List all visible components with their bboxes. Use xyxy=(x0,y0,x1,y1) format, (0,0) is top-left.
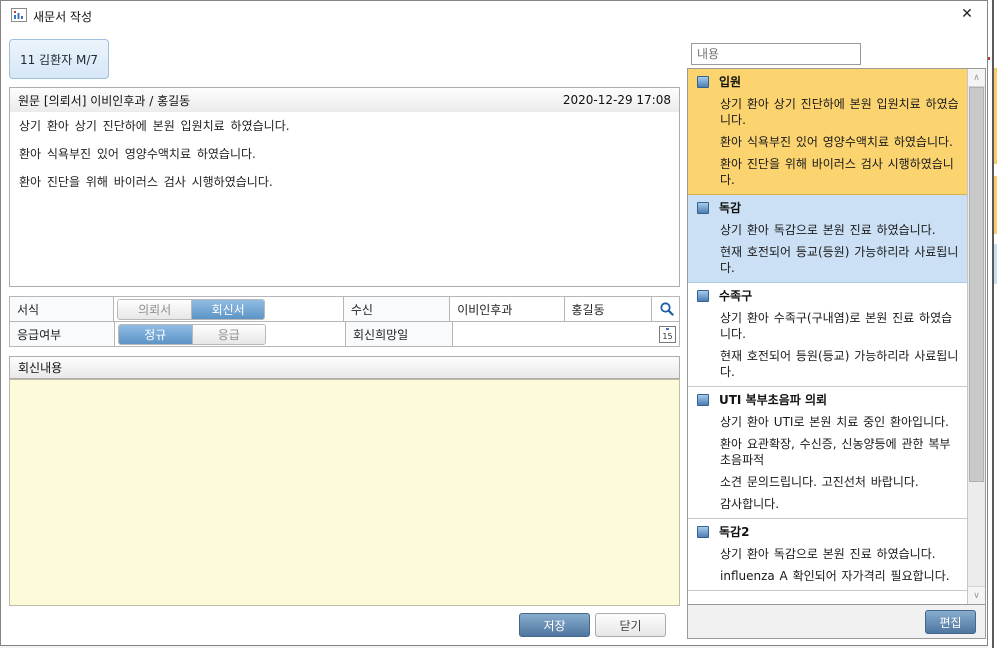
snippet-paragraph: 환아 진단을 위해 바이러스 검사 시행하였습니다. xyxy=(720,156,961,188)
document-paragraph: 환아 진단을 위해 바이러스 검사 시행하였습니다. xyxy=(19,175,670,190)
recipient-dept-field[interactable]: 이비인후과 xyxy=(449,297,563,321)
doc-type-option-reply[interactable]: 회신서 xyxy=(191,300,265,319)
snippet-list-content: 입원 상기 환아 상기 진단하에 본원 입원치료 하였습니다. 환아 식욕부진 있… xyxy=(688,69,968,604)
snippet-title-row: 입원 xyxy=(695,74,963,90)
close-button[interactable]: 닫기 xyxy=(595,613,666,637)
reply-form: 서식 의뢰서 회신서 수신 이비인후과 홍길동 응급여부 정규 xyxy=(9,296,680,347)
snippet-paragraph: 상기 환아 수족구(구내염)로 본원 진료 하였습니다. xyxy=(720,310,961,342)
snippet-title: 독감 xyxy=(719,200,741,216)
list-item[interactable]: 수족구 상기 환아 수족구(구내염)로 본원 진료 하였습니다. 현재 호전되어 … xyxy=(688,283,968,387)
calendar-icon[interactable]: 15 xyxy=(659,326,676,343)
original-document-title: 원문 [의뢰서] 이비인후과 / 홍길동 xyxy=(18,92,190,109)
snippet-paragraph: 상기 환아 상기 진단하에 본원 입원치료 하였습니다. xyxy=(720,96,961,128)
snippet-bullet-icon xyxy=(697,526,709,538)
recipient-search-cell xyxy=(651,297,679,321)
snippet-bullet-icon xyxy=(697,290,709,302)
snippet-paragraph: 현재 호전되어 등교(등원) 가능하리라 사료됩니다. xyxy=(720,244,961,276)
calendar-icon-day: 15 xyxy=(660,332,675,342)
snippet-title: 독감2 xyxy=(719,524,749,540)
list-scrollbar[interactable]: ∧ ∨ xyxy=(967,69,985,604)
list-item[interactable]: UTI 복부초음파 의뢰 상기 환아 UTI로 본원 치료 중인 환아입니다. 환… xyxy=(688,387,968,519)
scroll-up-icon[interactable]: ∧ xyxy=(968,69,985,87)
list-item[interactable]: 독감 상기 환아 독감으로 본원 진료 하였습니다. 현재 호전되어 등교(등원)… xyxy=(688,195,968,283)
doc-type-cell: 의뢰서 회신서 xyxy=(113,297,342,321)
snippet-panel-footer: 편집 xyxy=(687,605,986,639)
snippet-paragraph: 감사합니다. xyxy=(720,496,961,512)
snippet-search-input[interactable] xyxy=(691,43,861,65)
snippet-list: 입원 상기 환아 상기 진단하에 본원 입원치료 하였습니다. 환아 식욕부진 있… xyxy=(687,68,986,605)
reply-content-header: 회신내용 xyxy=(9,356,680,379)
scroll-down-icon[interactable]: ∨ xyxy=(968,586,985,604)
doc-type-option-request[interactable]: 의뢰서 xyxy=(118,300,191,319)
doc-type-toggle: 의뢰서 회신서 xyxy=(117,299,265,320)
doc-type-label: 서식 xyxy=(10,297,113,321)
reply-content-textarea[interactable] xyxy=(9,379,680,606)
snippet-title: UTI 복부초음파 의뢰 xyxy=(719,392,827,408)
snippet-paragraph: 상기 환아 독감으로 본원 진료 하였습니다. xyxy=(720,546,961,562)
original-document-body: 상기 환아 상기 진단하에 본원 입원치료 하였습니다. 환아 식욕부진 있어 영… xyxy=(9,112,680,287)
recipient-label: 수신 xyxy=(343,297,449,321)
close-icon[interactable]: ✕ xyxy=(957,3,977,23)
urgency-option-regular[interactable]: 정규 xyxy=(119,325,192,344)
scrollbar-thumb[interactable] xyxy=(969,87,984,482)
snippet-title: 입원 xyxy=(719,74,741,90)
search-icon[interactable] xyxy=(659,301,675,317)
snippet-paragraph: 상기 환아 UTI로 본원 치료 중인 환아입니다. xyxy=(720,414,961,430)
urgency-label: 응급여부 xyxy=(10,322,114,346)
original-document-datetime: 2020-12-29 17:08 xyxy=(563,93,671,107)
original-document-header: 원문 [의뢰서] 이비인후과 / 홍길동 2020-12-29 17:08 xyxy=(9,87,680,113)
form-row-doctype: 서식 의뢰서 회신서 수신 이비인후과 홍길동 xyxy=(10,297,679,321)
edit-button[interactable]: 편집 xyxy=(925,610,976,634)
snippet-paragraphs: 상기 환아 UTI로 본원 치료 중인 환아입니다. 환아 요관확장, 수신증, … xyxy=(695,414,963,512)
recipient-name-field[interactable]: 홍길동 xyxy=(564,297,652,321)
snippet-paragraphs: 상기 환아 수족구(구내염)로 본원 진료 하였습니다. 현재 호전되어 등원(등… xyxy=(695,310,963,380)
reply-date-field[interactable]: 15 xyxy=(452,322,679,346)
snippet-paragraphs: 상기 환아 독감으로 본원 진료 하였습니다. 현재 호전되어 등교(등원) 가능… xyxy=(695,222,963,276)
snippet-paragraph: 소견 문의드립니다. 고진선처 바랍니다. xyxy=(720,474,961,490)
title-bar: 새문서 작성 ✕ xyxy=(1,1,987,29)
dialog-title: 새문서 작성 xyxy=(33,8,92,25)
snippet-title-row: 독감2 xyxy=(695,524,963,540)
list-item[interactable]: 독감2 상기 환아 독감으로 본원 진료 하였습니다. influenza A 확… xyxy=(688,519,968,591)
urgency-cell: 정규 응급 xyxy=(114,322,345,346)
snippet-title-row: 수족구 xyxy=(695,288,963,304)
snippet-bullet-icon xyxy=(697,394,709,406)
list-item[interactable]: 입원 상기 환아 상기 진단하에 본원 입원치료 하였습니다. 환아 식욕부진 있… xyxy=(688,69,968,195)
snippet-paragraphs: 상기 환아 독감으로 본원 진료 하였습니다. influenza A 확인되어 … xyxy=(695,546,963,584)
calendar-icon-dot xyxy=(666,328,669,330)
urgency-toggle: 정규 응급 xyxy=(118,324,266,345)
reply-date-label: 회신희망일 xyxy=(345,322,452,346)
snippet-paragraph: 환아 식욕부진 있어 영양수액치료 하였습니다. xyxy=(720,134,961,150)
urgency-option-urgent[interactable]: 응급 xyxy=(192,325,266,344)
form-row-urgency: 응급여부 정규 응급 회신희망일 15 xyxy=(10,321,679,346)
save-button[interactable]: 저장 xyxy=(519,613,590,637)
document-paragraph: 상기 환아 상기 진단하에 본원 입원치료 하였습니다. xyxy=(19,119,670,134)
background-window-sliver xyxy=(988,0,997,648)
snippet-paragraph: 현재 호전되어 등원(등교) 가능하리라 사료됩니다. xyxy=(720,348,961,380)
new-document-dialog: 새문서 작성 ✕ 11 김환자 M/7 원문 [의뢰서] 이비인후과 / 홍길동… xyxy=(0,0,988,646)
document-chart-icon xyxy=(11,8,27,22)
snippet-paragraph: influenza A 확인되어 자가격리 필요합니다. xyxy=(720,568,961,584)
snippet-paragraph: 상기 환아 독감으로 본원 진료 하였습니다. xyxy=(720,222,961,238)
document-paragraph: 환아 식욕부진 있어 영양수액치료 하였습니다. xyxy=(19,147,670,162)
snippet-bullet-icon xyxy=(697,76,709,88)
background-fragment xyxy=(988,57,990,60)
snippet-title-row: 독감 xyxy=(695,200,963,216)
snippet-bullet-icon xyxy=(697,202,709,214)
snippet-title: 수족구 xyxy=(719,288,752,304)
snippet-title-row: UTI 복부초음파 의뢰 xyxy=(695,392,963,408)
patient-chip-button[interactable]: 11 김환자 M/7 xyxy=(9,39,109,79)
snippet-paragraphs: 상기 환아 상기 진단하에 본원 입원치료 하였습니다. 환아 식욕부진 있어 영… xyxy=(695,96,963,188)
snippet-paragraph: 환아 요관확장, 수신증, 신농양등에 관한 복부초음파적 xyxy=(720,436,961,468)
